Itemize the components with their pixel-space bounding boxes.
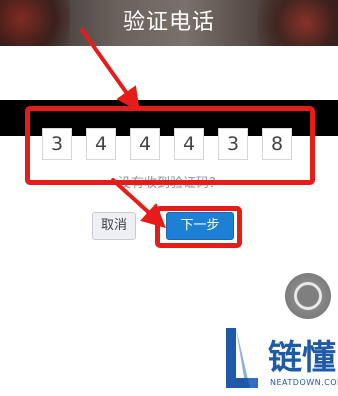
watermark-name: 链懂: [268, 338, 336, 378]
assistive-touch-icon: [294, 282, 322, 310]
watermark-logo-icon: [226, 328, 258, 388]
floating-assistive-button[interactable]: [285, 273, 331, 319]
watermark-url: NEATDOWN.COM: [270, 378, 338, 387]
arrow-to-code: [80, 28, 140, 112]
arrow-to-next: [111, 178, 166, 229]
watermark: 链懂 NEATDOWN.COM: [210, 320, 338, 396]
